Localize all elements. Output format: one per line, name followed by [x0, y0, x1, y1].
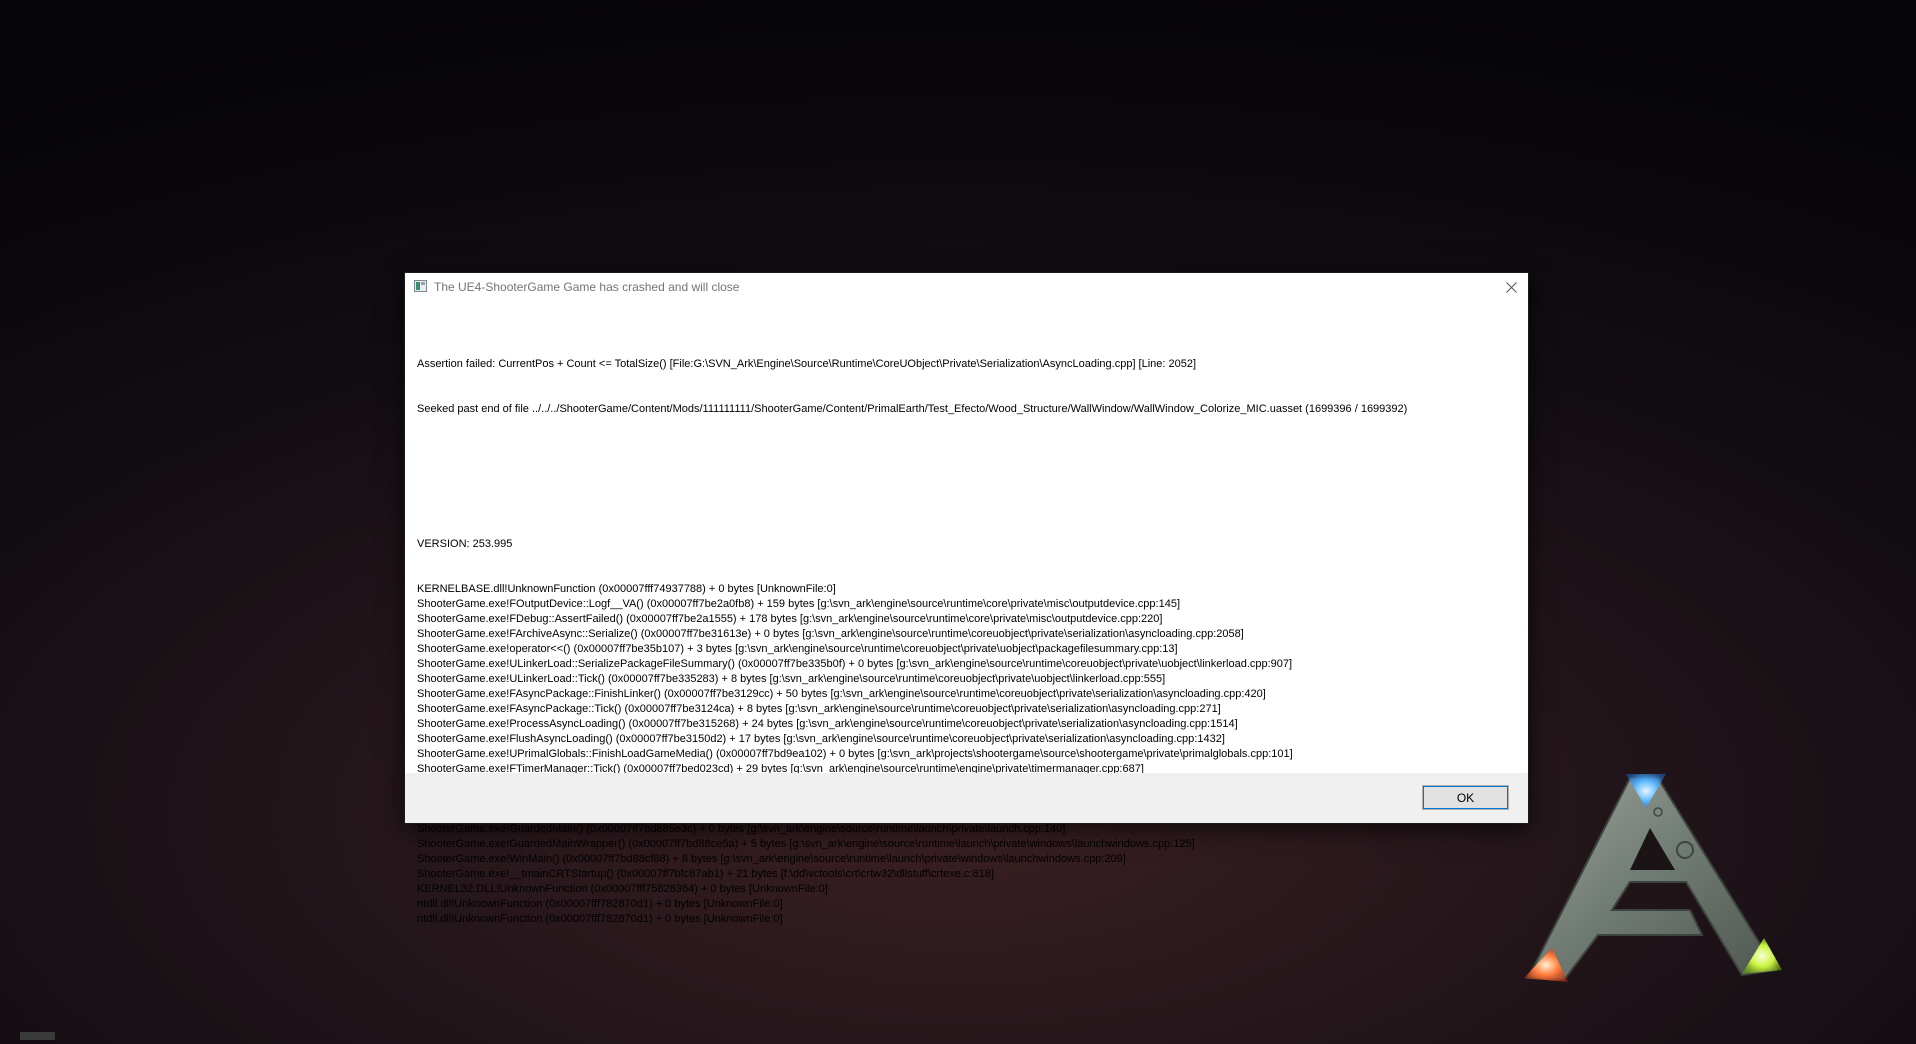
stack-trace-line: ShooterGame.exe!operator<<() (0x00007ff7… [417, 643, 1178, 655]
close-button[interactable] [1494, 273, 1528, 302]
stack-trace-line: ShooterGame.exe!FAsyncPackage::FinishLin… [417, 688, 1266, 700]
crash-dialog: The UE4-ShooterGame Game has crashed and… [405, 273, 1528, 925]
stack-trace-line: ShooterGame.exe!FAsyncPackage::Tick() (0… [417, 703, 1221, 715]
stack-trace-line: KERNELBASE.dll!UnknownFunction (0x00007f… [417, 583, 836, 595]
taskbar-stub [20, 1032, 55, 1040]
stack-trace-line: KERNEL32.DLL!UnknownFunction (0x00007fff… [417, 883, 828, 895]
crash-message: Assertion failed: CurrentPos + Count <= … [417, 327, 1517, 957]
stack-trace-line: ShooterGame.exe!ULinkerLoad::SerializePa… [417, 658, 1293, 670]
title-bar: The UE4-ShooterGame Game has crashed and… [405, 273, 1528, 303]
stack-trace-line: ShooterGame.exe!FOutputDevice::Logf__VA(… [417, 598, 1181, 610]
stack-trace-line: ShooterGame.exe!FArchiveAsync::Serialize… [417, 628, 1244, 640]
stack-trace-line: ShooterGame.exe!__tmainCRTStartup() (0x0… [417, 868, 994, 880]
stack-trace-line: ShooterGame.exe!FDebug::AssertFailed() (… [417, 613, 1163, 625]
close-icon [1506, 282, 1517, 293]
dialog-title: The UE4-ShooterGame Game has crashed and… [434, 280, 740, 294]
stack-trace-line: ShooterGame.exe!ULinkerLoad::Tick() (0x0… [417, 673, 1166, 685]
ark-logo-icon [1524, 774, 1782, 982]
version-line: VERSION: 253.995 [417, 538, 513, 550]
stack-trace-line: ntdll.dll!UnknownFunction (0x00007fff782… [417, 898, 783, 910]
stack-trace-line: ShooterGame.exe!FlushAsyncLoading() (0x0… [417, 733, 1225, 745]
stack-trace-line: ShooterGame.exe!GuardedMainWrapper() (0x… [417, 838, 1195, 850]
application-window-icon [414, 280, 427, 292]
stack-trace-line: ShooterGame.exe!ProcessAsyncLoading() (0… [417, 718, 1238, 730]
stack-trace-line: ntdll.dll!UnknownFunction (0x00007fff782… [417, 913, 783, 925]
stack-trace: KERNELBASE.dll!UnknownFunction (0x00007f… [417, 582, 1517, 927]
button-bar: OK [405, 773, 1528, 823]
assertion-line: Seeked past end of file ../../../Shooter… [417, 403, 1408, 415]
stack-trace-line: ShooterGame.exe!GuardedMain() (0x00007ff… [417, 823, 1066, 835]
stack-trace-line: ShooterGame.exe!WinMain() (0x00007ff7bd8… [417, 853, 1126, 865]
assertion-line: Assertion failed: CurrentPos + Count <= … [417, 358, 1197, 370]
stack-trace-line: ShooterGame.exe!UPrimalGlobals::FinishLo… [417, 748, 1293, 760]
